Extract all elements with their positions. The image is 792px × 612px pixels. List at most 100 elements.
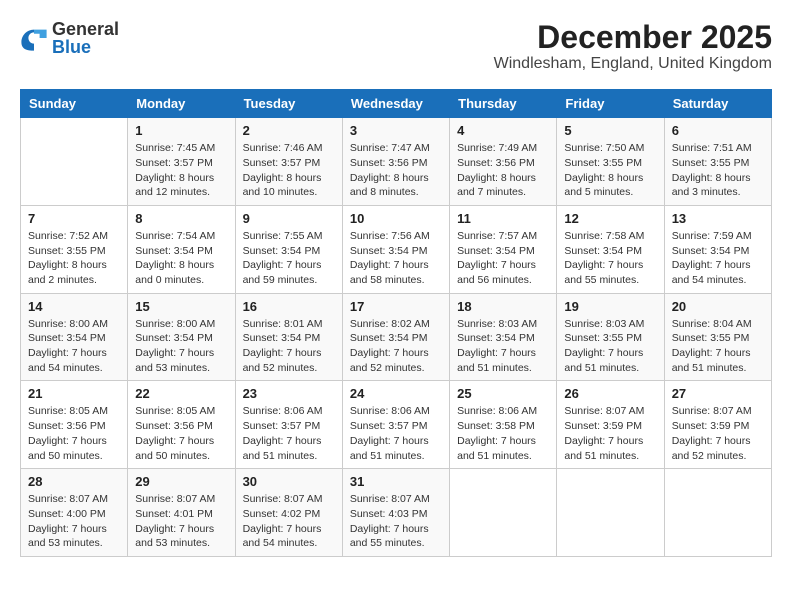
day-number: 15 <box>135 299 227 314</box>
day-info: Sunrise: 7:56 AM Sunset: 3:54 PM Dayligh… <box>350 229 442 288</box>
day-info: Sunrise: 8:05 AM Sunset: 3:56 PM Dayligh… <box>28 404 120 463</box>
calendar-cell: 20 Sunrise: 8:04 AM Sunset: 3:55 PM Dayli… <box>664 293 771 381</box>
day-info: Sunrise: 8:03 AM Sunset: 3:55 PM Dayligh… <box>564 317 656 376</box>
day-number: 4 <box>457 123 549 138</box>
calendar-cell: 24 Sunrise: 8:06 AM Sunset: 3:57 PM Dayli… <box>342 381 449 469</box>
calendar-cell <box>450 469 557 557</box>
day-info: Sunrise: 7:45 AM Sunset: 3:57 PM Dayligh… <box>135 141 227 200</box>
day-info: Sunrise: 7:59 AM Sunset: 3:54 PM Dayligh… <box>672 229 764 288</box>
day-info: Sunrise: 7:47 AM Sunset: 3:56 PM Dayligh… <box>350 141 442 200</box>
day-number: 8 <box>135 211 227 226</box>
title-block: December 2025 Windlesham, England, Unite… <box>494 20 772 73</box>
calendar-cell: 26 Sunrise: 8:07 AM Sunset: 3:59 PM Dayli… <box>557 381 664 469</box>
calendar-cell: 8 Sunrise: 7:54 AM Sunset: 3:54 PM Daylig… <box>128 205 235 293</box>
day-info: Sunrise: 8:03 AM Sunset: 3:54 PM Dayligh… <box>457 317 549 376</box>
day-info: Sunrise: 7:57 AM Sunset: 3:54 PM Dayligh… <box>457 229 549 288</box>
calendar-cell: 28Sunrise: 8:07 AM Sunset: 4:00 PM Dayli… <box>21 469 128 557</box>
day-info: Sunrise: 8:00 AM Sunset: 3:54 PM Dayligh… <box>135 317 227 376</box>
day-info: Sunrise: 7:46 AM Sunset: 3:57 PM Dayligh… <box>243 141 335 200</box>
day-number: 25 <box>457 386 549 401</box>
day-number: 13 <box>672 211 764 226</box>
day-number: 17 <box>350 299 442 314</box>
calendar-cell: 5 Sunrise: 7:50 AM Sunset: 3:55 PM Daylig… <box>557 118 664 206</box>
calendar-cell: 2 Sunrise: 7:46 AM Sunset: 3:57 PM Daylig… <box>235 118 342 206</box>
day-number: 31 <box>350 474 442 489</box>
day-number: 20 <box>672 299 764 314</box>
day-number: 12 <box>564 211 656 226</box>
day-info: Sunrise: 7:55 AM Sunset: 3:54 PM Dayligh… <box>243 229 335 288</box>
day-number: 9 <box>243 211 335 226</box>
day-info: Sunrise: 8:02 AM Sunset: 3:54 PM Dayligh… <box>350 317 442 376</box>
week-row-3: 14 Sunrise: 8:00 AM Sunset: 3:54 PM Dayli… <box>21 293 772 381</box>
weekday-header-sunday: Sunday <box>21 90 128 118</box>
day-info: Sunrise: 8:06 AM Sunset: 3:57 PM Dayligh… <box>350 404 442 463</box>
page-header: General Blue December 2025 Windlesham, E… <box>20 20 772 73</box>
calendar-cell: 14 Sunrise: 8:00 AM Sunset: 3:54 PM Dayli… <box>21 293 128 381</box>
day-number: 23 <box>243 386 335 401</box>
calendar-cell: 22 Sunrise: 8:05 AM Sunset: 3:56 PM Dayli… <box>128 381 235 469</box>
week-row-1: 1 Sunrise: 7:45 AM Sunset: 3:57 PM Daylig… <box>21 118 772 206</box>
day-number: 24 <box>350 386 442 401</box>
weekday-header-friday: Friday <box>557 90 664 118</box>
day-info: Sunrise: 8:00 AM Sunset: 3:54 PM Dayligh… <box>28 317 120 376</box>
logo: General Blue <box>20 20 119 56</box>
day-number: 1 <box>135 123 227 138</box>
week-row-4: 21 Sunrise: 8:05 AM Sunset: 3:56 PM Dayli… <box>21 381 772 469</box>
day-number: 29 <box>135 474 227 489</box>
calendar-cell: 1 Sunrise: 7:45 AM Sunset: 3:57 PM Daylig… <box>128 118 235 206</box>
logo-text-blue: Blue <box>52 38 119 56</box>
day-number: 26 <box>564 386 656 401</box>
day-info: Sunrise: 8:04 AM Sunset: 3:55 PM Dayligh… <box>672 317 764 376</box>
day-number: 11 <box>457 211 549 226</box>
weekday-header-wednesday: Wednesday <box>342 90 449 118</box>
day-info: Sunrise: 7:54 AM Sunset: 3:54 PM Dayligh… <box>135 229 227 288</box>
week-row-2: 7Sunrise: 7:52 AM Sunset: 3:55 PM Daylig… <box>21 205 772 293</box>
day-info: Sunrise: 8:06 AM Sunset: 3:58 PM Dayligh… <box>457 404 549 463</box>
day-info: Sunrise: 8:06 AM Sunset: 3:57 PM Dayligh… <box>243 404 335 463</box>
day-number: 21 <box>28 386 120 401</box>
day-number: 19 <box>564 299 656 314</box>
calendar-cell: 7Sunrise: 7:52 AM Sunset: 3:55 PM Daylig… <box>21 205 128 293</box>
day-info: Sunrise: 8:07 AM Sunset: 4:02 PM Dayligh… <box>243 492 335 551</box>
day-info: Sunrise: 7:58 AM Sunset: 3:54 PM Dayligh… <box>564 229 656 288</box>
day-info: Sunrise: 8:01 AM Sunset: 3:54 PM Dayligh… <box>243 317 335 376</box>
calendar-cell: 4 Sunrise: 7:49 AM Sunset: 3:56 PM Daylig… <box>450 118 557 206</box>
calendar-cell: 31 Sunrise: 8:07 AM Sunset: 4:03 PM Dayli… <box>342 469 449 557</box>
calendar-cell <box>21 118 128 206</box>
weekday-header-saturday: Saturday <box>664 90 771 118</box>
calendar-cell: 6Sunrise: 7:51 AM Sunset: 3:55 PM Daylig… <box>664 118 771 206</box>
day-info: Sunrise: 8:07 AM Sunset: 4:01 PM Dayligh… <box>135 492 227 551</box>
day-number: 14 <box>28 299 120 314</box>
calendar-cell: 15 Sunrise: 8:00 AM Sunset: 3:54 PM Dayli… <box>128 293 235 381</box>
weekday-header-thursday: Thursday <box>450 90 557 118</box>
day-number: 18 <box>457 299 549 314</box>
calendar-cell: 18 Sunrise: 8:03 AM Sunset: 3:54 PM Dayli… <box>450 293 557 381</box>
calendar-table: SundayMondayTuesdayWednesdayThursdayFrid… <box>20 89 772 557</box>
logo-icon <box>20 24 48 52</box>
day-info: Sunrise: 8:07 AM Sunset: 4:03 PM Dayligh… <box>350 492 442 551</box>
day-number: 16 <box>243 299 335 314</box>
day-number: 6 <box>672 123 764 138</box>
calendar-cell: 19 Sunrise: 8:03 AM Sunset: 3:55 PM Dayli… <box>557 293 664 381</box>
day-info: Sunrise: 7:49 AM Sunset: 3:56 PM Dayligh… <box>457 141 549 200</box>
calendar-cell: 21 Sunrise: 8:05 AM Sunset: 3:56 PM Dayli… <box>21 381 128 469</box>
day-info: Sunrise: 7:52 AM Sunset: 3:55 PM Dayligh… <box>28 229 120 288</box>
day-number: 22 <box>135 386 227 401</box>
day-info: Sunrise: 8:07 AM Sunset: 3:59 PM Dayligh… <box>564 404 656 463</box>
day-number: 27 <box>672 386 764 401</box>
calendar-cell: 23 Sunrise: 8:06 AM Sunset: 3:57 PM Dayli… <box>235 381 342 469</box>
calendar-cell: 13 Sunrise: 7:59 AM Sunset: 3:54 PM Dayli… <box>664 205 771 293</box>
calendar-cell <box>557 469 664 557</box>
location-title: Windlesham, England, United Kingdom <box>494 55 772 73</box>
calendar-cell: 30 Sunrise: 8:07 AM Sunset: 4:02 PM Dayli… <box>235 469 342 557</box>
calendar-cell: 17 Sunrise: 8:02 AM Sunset: 3:54 PM Dayli… <box>342 293 449 381</box>
day-number: 30 <box>243 474 335 489</box>
weekday-header-monday: Monday <box>128 90 235 118</box>
weekday-header-row: SundayMondayTuesdayWednesdayThursdayFrid… <box>21 90 772 118</box>
day-number: 2 <box>243 123 335 138</box>
day-info: Sunrise: 8:05 AM Sunset: 3:56 PM Dayligh… <box>135 404 227 463</box>
calendar-cell: 12 Sunrise: 7:58 AM Sunset: 3:54 PM Dayli… <box>557 205 664 293</box>
month-title: December 2025 <box>494 20 772 55</box>
day-number: 5 <box>564 123 656 138</box>
day-info: Sunrise: 7:50 AM Sunset: 3:55 PM Dayligh… <box>564 141 656 200</box>
